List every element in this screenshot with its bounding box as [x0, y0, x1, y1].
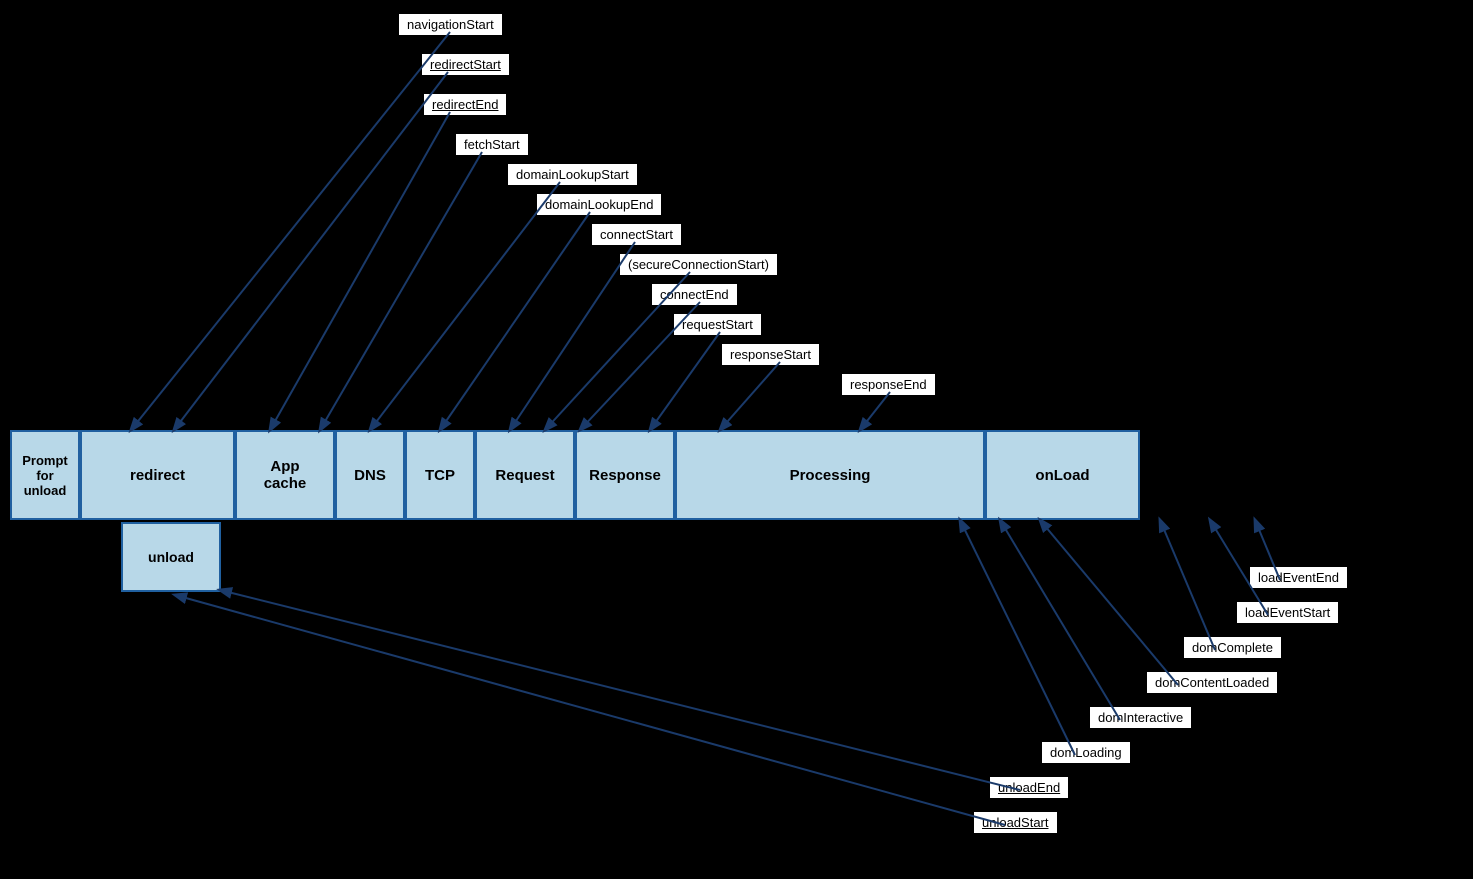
arrow-connectstart [510, 242, 635, 430]
arrow-requeststart [650, 332, 720, 430]
label-domloading: domLoading [1040, 740, 1132, 765]
label-responseend: responseEnd [840, 372, 937, 397]
arrow-unloadstart [175, 595, 1005, 825]
diagram-container: Promptforunload redirect Appcache DNS TC… [0, 0, 1473, 879]
unload-box: unload [121, 522, 221, 592]
label-loadeventend: loadEventEnd [1248, 565, 1349, 590]
label-secureconnectionstart: (secureConnectionStart) [618, 252, 779, 277]
arrow-dominteractive [1000, 520, 1120, 720]
label-redirectstart: redirectStart [420, 52, 511, 77]
label-responsestart: responseStart [720, 342, 821, 367]
phase-tcp: TCP [405, 430, 475, 520]
arrow-redirectstart [174, 72, 448, 430]
phase-dns: DNS [335, 430, 405, 520]
arrow-fetchstart [320, 152, 482, 430]
label-unloadstart: unloadStart [972, 810, 1059, 835]
label-loadeventstart: loadEventStart [1235, 600, 1340, 625]
phase-response: Response [575, 430, 675, 520]
label-unloadend: unloadEnd [988, 775, 1070, 800]
phase-onload: onLoad [985, 430, 1140, 520]
label-domcontentloaded: domContentLoaded [1145, 670, 1279, 695]
label-requeststart: requestStart [672, 312, 763, 337]
label-domainlookupend: domainLookupEnd [535, 192, 663, 217]
arrow-redirectend [270, 112, 450, 430]
arrow-responsestart [720, 362, 780, 430]
arrow-unloadend [220, 590, 1020, 790]
phase-request: Request [475, 430, 575, 520]
label-domcomplete: domComplete [1182, 635, 1283, 660]
label-connectend: connectEnd [650, 282, 739, 307]
arrow-responseend [860, 392, 890, 430]
phase-prompt: Promptforunload [10, 430, 80, 520]
label-fetchstart: fetchStart [454, 132, 530, 157]
phase-appcache: Appcache [235, 430, 335, 520]
phase-redirect: redirect [80, 430, 235, 520]
arrow-domcomplete [1160, 520, 1215, 650]
label-domainlookupstart: domainLookupStart [506, 162, 639, 187]
arrow-domloading [960, 520, 1075, 755]
arrow-domainlookupstart [370, 182, 560, 430]
arrow-domcontentloaded [1040, 520, 1178, 685]
timeline-row: Promptforunload redirect Appcache DNS TC… [10, 430, 1140, 520]
arrow-navigationstart [131, 32, 450, 430]
phase-processing: Processing [675, 430, 985, 520]
label-redirectend: redirectEnd [422, 92, 508, 117]
label-navigationstart: navigationStart [397, 12, 504, 37]
label-connectstart: connectStart [590, 222, 683, 247]
arrow-domainlookupend [440, 212, 590, 430]
label-dominteractive: domInteractive [1088, 705, 1193, 730]
